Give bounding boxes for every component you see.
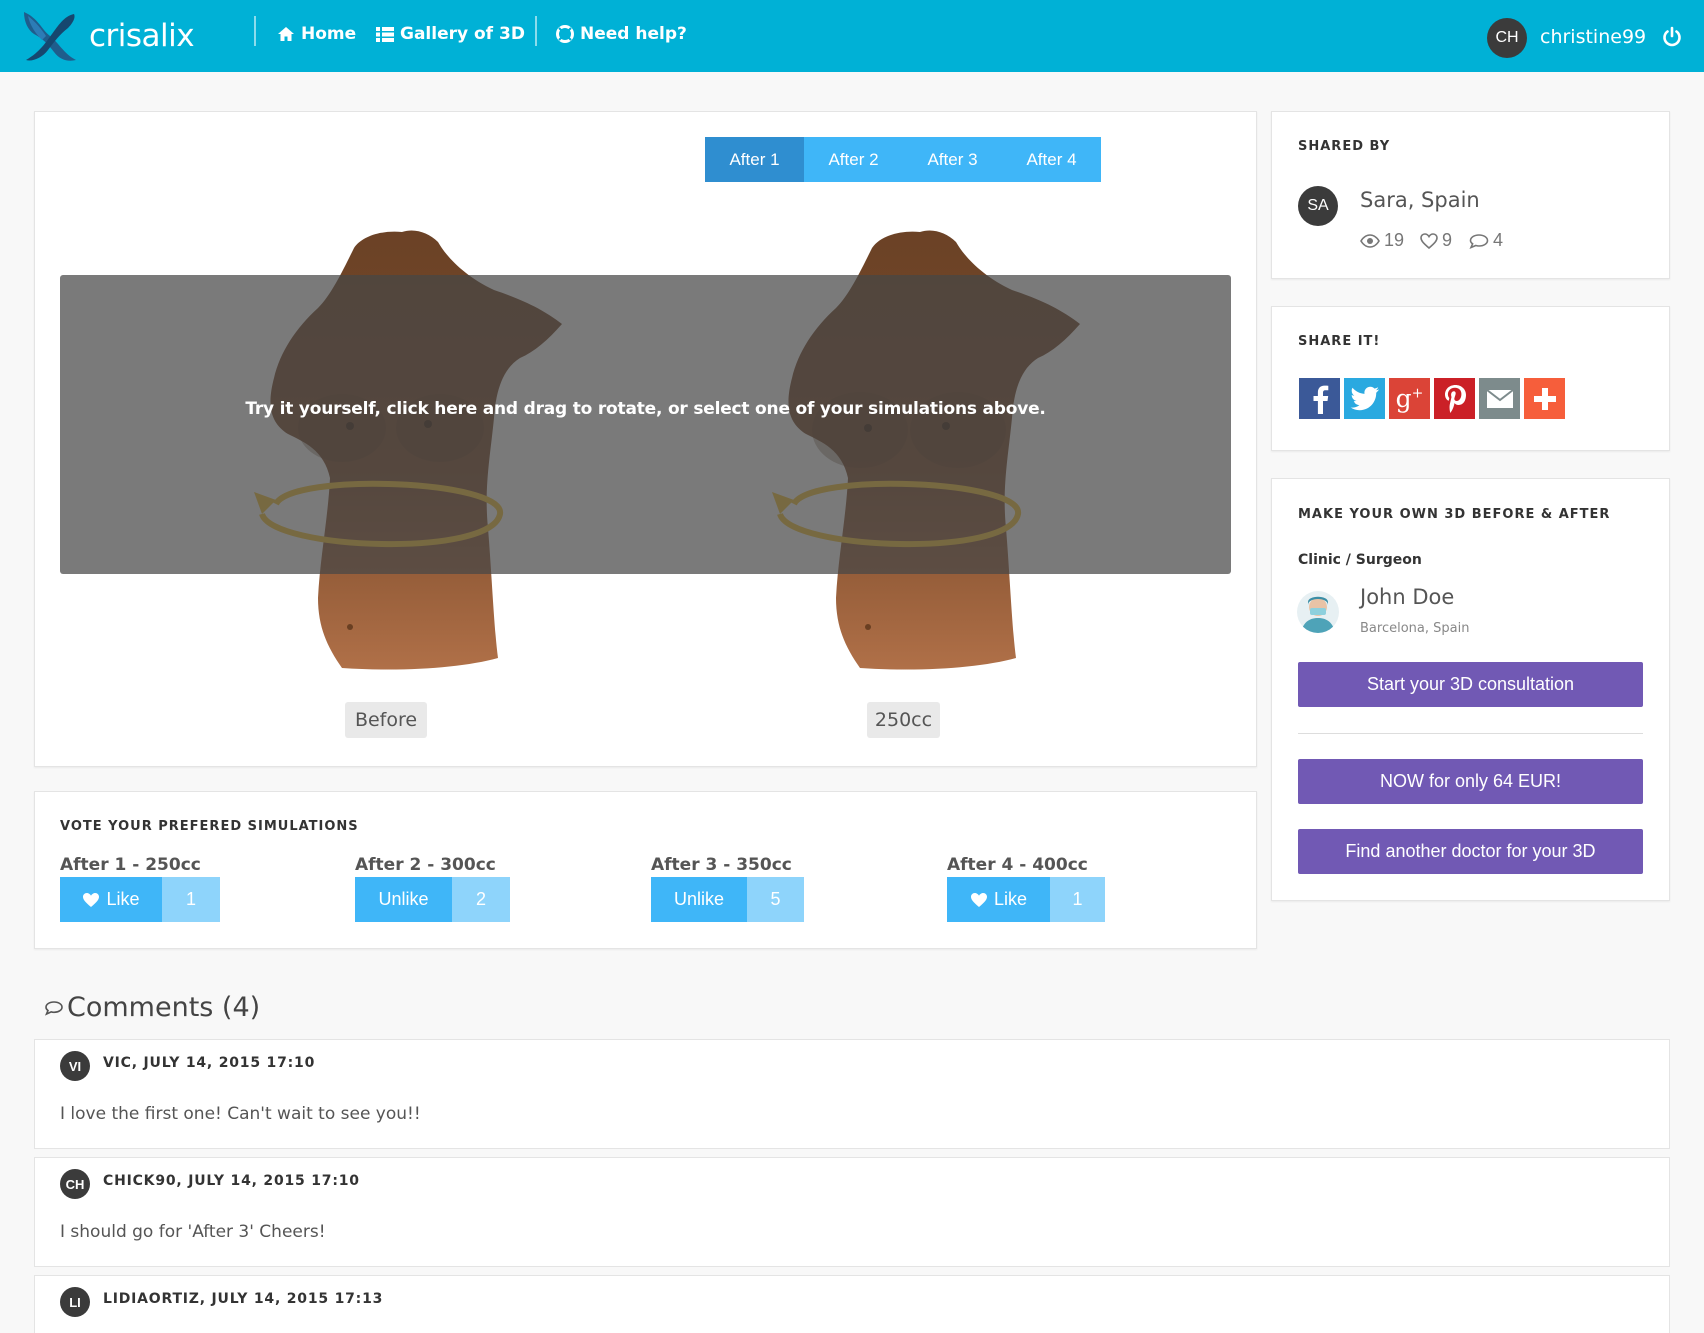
comment-icon	[1469, 233, 1489, 249]
home-icon	[278, 27, 294, 41]
comments-title: Comments (4)	[67, 992, 261, 1023]
share-title: SHARE IT!	[1298, 334, 1381, 349]
like-button[interactable]: Like 1	[947, 877, 1105, 922]
make-own-title: MAKE YOUR OWN 3D BEFORE & AFTER	[1298, 507, 1611, 522]
heart-icon	[83, 892, 100, 907]
doctor-avatar[interactable]	[1297, 591, 1339, 633]
doctor-name[interactable]: John Doe	[1360, 585, 1454, 609]
like-label: Like	[993, 889, 1028, 909]
vote-count: 2	[452, 877, 510, 922]
like-action[interactable]: Like	[947, 877, 1050, 922]
unlike-button[interactable]: Unlike 2	[355, 877, 510, 922]
price-offer-button[interactable]: NOW for only 64 EUR!	[1298, 759, 1643, 804]
nav-divider	[254, 16, 256, 46]
grid-icon	[376, 26, 394, 42]
vote-label: After 3 - 350cc	[651, 855, 792, 875]
pinterest-icon[interactable]	[1434, 378, 1475, 419]
power-icon[interactable]	[1660, 25, 1684, 49]
twitter-icon[interactable]	[1344, 378, 1385, 419]
shared-by-title: SHARED BY	[1298, 139, 1391, 154]
like-button[interactable]: Like 1	[60, 877, 220, 922]
commenter-avatar[interactable]: LI	[60, 1287, 90, 1317]
nav-gallery-label: Gallery of 3D	[400, 24, 525, 44]
comment-header: VIC, JULY 14, 2015 17:10	[103, 1055, 316, 1071]
vote-count: 1	[1050, 877, 1105, 922]
after-label: 250cc	[867, 702, 940, 738]
google-plus-icon[interactable]: g+	[1389, 378, 1430, 419]
simulation-tabs: After 1 After 2 After 3 After 4	[705, 137, 1101, 182]
comments-stat: 4	[1469, 230, 1503, 251]
vote-label: After 4 - 400cc	[947, 855, 1088, 875]
user-avatar[interactable]: CH	[1487, 18, 1527, 58]
comment-header: LIDIAORTIZ, JULY 14, 2015 17:13	[103, 1291, 384, 1307]
clinic-surgeon-label: Clinic / Surgeon	[1298, 552, 1422, 568]
start-consultation-button[interactable]: Start your 3D consultation	[1298, 662, 1643, 707]
surgeon-icon	[1301, 596, 1335, 633]
facebook-icon[interactable]	[1299, 378, 1340, 419]
nav-help-label: Need help?	[580, 24, 687, 44]
vote-item-after-1: After 1 - 250cc Like 1	[60, 855, 220, 922]
add-more-icon[interactable]	[1524, 378, 1565, 419]
divider	[1298, 733, 1643, 734]
vote-item-after-4: After 4 - 400cc Like 1	[947, 855, 1105, 922]
commenter-avatar[interactable]: VI	[60, 1051, 90, 1081]
comment-item: VI VIC, JULY 14, 2015 17:10 I love the f…	[34, 1039, 1670, 1149]
logo-text: crisalix	[89, 18, 195, 54]
crisalix-x-icon	[24, 12, 76, 61]
like-action[interactable]: Like	[60, 877, 162, 922]
likes-count: 9	[1442, 230, 1453, 250]
rotate-instructions: Try it yourself, click here and drag to …	[245, 399, 1046, 419]
unlike-button[interactable]: Unlike 5	[651, 877, 804, 922]
crisalix-logo[interactable]: crisalix	[20, 8, 195, 64]
likes-stat: 9	[1420, 230, 1452, 251]
comment-item: LI LIDIAORTIZ, JULY 14, 2015 17:13	[34, 1275, 1670, 1333]
lifebuoy-icon	[556, 25, 574, 43]
vote-title: VOTE YOUR PREFERED SIMULATIONS	[60, 819, 359, 834]
eye-icon	[1360, 233, 1380, 248]
tab-after-4[interactable]: After 4	[1002, 137, 1101, 182]
vote-count: 1	[162, 877, 220, 922]
vote-item-after-3: After 3 - 350cc Unlike 5	[651, 855, 804, 922]
vote-count: 5	[747, 877, 804, 922]
unlike-action[interactable]: Unlike	[355, 877, 452, 922]
doctor-location: Barcelona, Spain	[1360, 621, 1470, 636]
comments-header: Comments (4)	[44, 992, 260, 1023]
nav-gallery[interactable]: Gallery of 3D	[376, 20, 525, 48]
sharer-avatar[interactable]: SA	[1298, 186, 1338, 226]
nav-help[interactable]: Need help?	[556, 20, 687, 48]
heart-icon	[970, 892, 987, 907]
unlike-action[interactable]: Unlike	[651, 877, 747, 922]
nav-home-label: Home	[301, 24, 357, 44]
tab-after-2[interactable]: After 2	[804, 137, 903, 182]
sharer-name[interactable]: Sara, Spain	[1360, 188, 1480, 212]
comment-bubble-icon	[44, 1001, 63, 1016]
heart-outline-icon	[1420, 232, 1438, 249]
comments-count: 4	[1493, 230, 1504, 250]
comment-text: I should go for 'After 3' Cheers!	[60, 1222, 326, 1242]
vote-item-after-2: After 2 - 300cc Unlike 2	[355, 855, 510, 922]
comment-header: CHICK90, JULY 14, 2015 17:10	[103, 1173, 360, 1189]
email-icon[interactable]	[1479, 378, 1520, 419]
views-count: 19	[1384, 230, 1405, 250]
like-label: Like	[106, 889, 140, 909]
top-navbar: crisalix Home Gallery of 3D Need help? C…	[0, 0, 1704, 72]
views-stat: 19	[1360, 230, 1404, 251]
rotate-overlay[interactable]	[60, 275, 1231, 574]
nav-divider	[535, 16, 537, 46]
comment-text: I love the first one! Can't wait to see …	[60, 1104, 421, 1124]
before-label: Before	[345, 702, 427, 738]
vote-label: After 2 - 300cc	[355, 855, 496, 875]
tab-after-1[interactable]: After 1	[705, 137, 804, 182]
find-doctor-button[interactable]: Find another doctor for your 3D	[1298, 829, 1643, 874]
user-name[interactable]: christine99	[1540, 26, 1646, 48]
vote-label: After 1 - 250cc	[60, 855, 201, 875]
comment-item: CH CHICK90, JULY 14, 2015 17:10 I should…	[34, 1157, 1670, 1267]
tab-after-3[interactable]: After 3	[903, 137, 1002, 182]
commenter-avatar[interactable]: CH	[60, 1169, 90, 1199]
nav-home[interactable]: Home	[277, 20, 356, 48]
